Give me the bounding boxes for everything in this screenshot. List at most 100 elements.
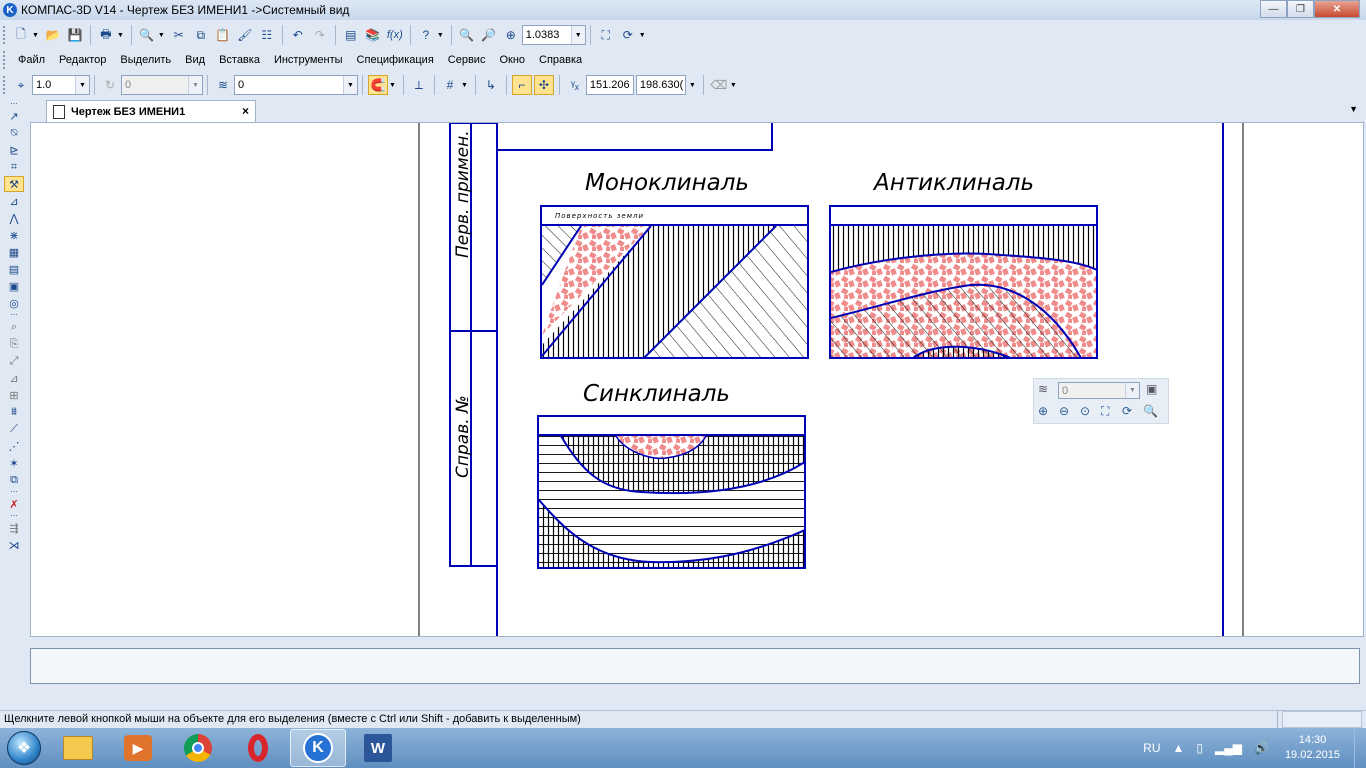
eraser-icon[interactable]: ⌫ — [709, 75, 729, 95]
kompas-app-icon[interactable]: K — [3, 3, 17, 17]
parametrization-icon[interactable]: ⚒ — [4, 176, 24, 192]
print-preview-icon[interactable]: 🔍 — [137, 25, 157, 45]
menu-specification[interactable]: Спецификация — [357, 54, 434, 66]
tool-h-icon[interactable]: ⋰ — [4, 438, 24, 454]
menu-select[interactable]: Выделить — [120, 54, 171, 66]
tool-f-icon[interactable]: ⩩ — [4, 404, 24, 420]
drawing-canvas[interactable]: Перв. примен. Справ. № Моноклиналь Антик… — [30, 122, 1364, 637]
signal-icon[interactable]: ▂▄▆ — [1215, 741, 1242, 755]
tray-expand-icon[interactable]: ▲ — [1173, 741, 1185, 755]
round-coords-icon[interactable]: ✣ — [533, 75, 554, 95]
tool-g-icon[interactable]: ⟋ — [4, 421, 24, 437]
chrome-taskbar-button[interactable] — [170, 729, 226, 767]
properties-panel[interactable] — [30, 648, 1360, 684]
menu-tools[interactable]: Инструменты — [274, 54, 343, 66]
clock[interactable]: 14:30 19.02.2015 — [1285, 733, 1340, 763]
tab-close-icon[interactable]: × — [242, 104, 249, 118]
copy-properties-icon[interactable]: 🖌 — [235, 25, 255, 45]
chevron-down-icon[interactable]: ▼ — [75, 76, 89, 94]
menu-grip[interactable] — [3, 51, 6, 69]
variables-icon[interactable]: f(x) — [385, 25, 405, 45]
toolbar-grip[interactable] — [3, 26, 6, 44]
mini-layer-combo[interactable]: 0 ▼ — [1058, 382, 1140, 399]
maximize-button[interactable]: ❐ — [1287, 0, 1314, 18]
refresh-dropdown-icon[interactable]: ▼ — [639, 32, 646, 39]
new-document-icon[interactable]: 🗋 — [11, 25, 31, 45]
show-all-icon[interactable]: ⛶ — [596, 25, 616, 45]
menu-insert[interactable]: Вставка — [219, 54, 260, 66]
grip-icon-4[interactable]: ⋯ — [4, 513, 24, 520]
coord-y-field[interactable]: 198.630( — [635, 75, 686, 95]
spec-icon[interactable]: ▦ — [4, 244, 24, 260]
cursor-step-icon[interactable]: ⌖ — [11, 75, 31, 95]
edit-icon[interactable]: ⌗ — [4, 159, 24, 175]
coord-x-field[interactable]: 151.206 — [585, 75, 634, 95]
help-pointer-icon[interactable]: ? — [416, 25, 436, 45]
tool-e-icon[interactable]: ⊞ — [4, 387, 24, 403]
step-combo[interactable]: 1.0 ▼ — [32, 75, 90, 95]
zoom-combo[interactable]: 1.0383 ▼ — [521, 25, 586, 45]
layer-combo[interactable]: 0 ▼ — [234, 75, 358, 95]
explorer-taskbar-button[interactable] — [50, 729, 106, 767]
tool-a-icon[interactable]: ⌕ — [4, 319, 24, 335]
save-icon[interactable]: ▣ — [1146, 382, 1162, 398]
copy-icon[interactable]: ⧉ — [191, 25, 211, 45]
zoom-scale-icon[interactable]: ⊙ — [1080, 404, 1101, 419]
show-all-icon[interactable]: ⛶ — [1101, 404, 1122, 419]
zoom-in-icon[interactable]: ⊕ — [1038, 404, 1059, 419]
menu-edit[interactable]: Редактор — [59, 54, 106, 66]
kompas-taskbar-button[interactable]: K — [290, 729, 346, 767]
layer-icon[interactable]: ≋ — [1038, 382, 1056, 398]
coords-dropdown-icon[interactable]: ▼ — [689, 82, 696, 89]
open-folder-icon[interactable]: 📂 — [43, 25, 63, 45]
paste-icon[interactable]: 📋 — [213, 25, 233, 45]
delete-tool-icon[interactable]: ✗ — [4, 496, 24, 512]
start-button[interactable]: ❖ — [0, 728, 48, 768]
eraser-dropdown-icon[interactable]: ▼ — [730, 82, 737, 89]
menu-file[interactable]: Файл — [18, 54, 45, 66]
undo-icon[interactable]: ↶ — [288, 25, 308, 45]
modelling-icon[interactable]: ◎ — [4, 295, 24, 311]
local-snap-icon[interactable]: ⟂ — [409, 75, 429, 95]
preview-icon[interactable]: 🔍 — [1143, 404, 1164, 419]
close-button[interactable]: ✕ — [1314, 0, 1360, 18]
tool-i-icon[interactable]: ✶ — [4, 455, 24, 471]
minimize-button[interactable]: — — [1260, 0, 1287, 18]
designation-icon[interactable]: ⊵ — [4, 142, 24, 158]
grid-icon[interactable]: # — [440, 75, 460, 95]
grip-icon-2[interactable]: ⋯ — [4, 312, 24, 319]
zoom-out-icon[interactable]: ⊖ — [1059, 404, 1080, 419]
opera-taskbar-button[interactable] — [230, 729, 286, 767]
menu-help[interactable]: Справка — [539, 54, 582, 66]
geometry-icon[interactable]: ↗ — [4, 108, 24, 124]
selection-icon[interactable]: ⋀ — [4, 210, 24, 226]
preview-dropdown-icon[interactable]: ▼ — [158, 32, 165, 39]
associative-views-icon[interactable]: ⋇ — [4, 227, 24, 243]
print-icon[interactable]: 🖶 — [96, 25, 116, 45]
chevron-down-icon[interactable]: ▼ — [1125, 383, 1139, 398]
measurements-icon[interactable]: ⊿ — [4, 193, 24, 209]
tool-b-icon[interactable]: ⎘ — [4, 336, 24, 352]
new-dropdown-icon[interactable]: ▼ — [32, 32, 39, 39]
snap-dropdown-icon[interactable]: ▼ — [389, 82, 396, 89]
zoom-in-icon[interactable]: ⊕ — [501, 25, 521, 45]
help-dropdown-icon[interactable]: ▼ — [437, 32, 444, 39]
tab-drawing[interactable]: Чертеж БЕЗ ИМЕНИ1 × — [46, 100, 256, 122]
tool-l-icon[interactable]: ⋊ — [4, 537, 24, 553]
print-dropdown-icon[interactable]: ▼ — [117, 32, 124, 39]
menu-window[interactable]: Окно — [499, 54, 525, 66]
language-indicator[interactable]: RU — [1143, 741, 1160, 755]
save-icon[interactable]: 💾 — [65, 25, 85, 45]
show-desktop-button[interactable] — [1354, 728, 1366, 768]
chevron-down-icon[interactable]: ▼ — [570, 26, 585, 44]
media-player-taskbar-button[interactable]: ▶ — [110, 729, 166, 767]
snap-magnet-icon[interactable]: 🧲 — [368, 75, 388, 95]
menu-view[interactable]: Вид — [185, 54, 205, 66]
properties-icon[interactable]: ☷ — [257, 25, 277, 45]
toolbar-grip[interactable] — [3, 76, 6, 94]
grip-icon[interactable]: ⋯ — [4, 101, 24, 108]
chevron-down-icon[interactable]: ▼ — [343, 76, 357, 94]
battery-icon[interactable]: ▯ — [1196, 741, 1203, 755]
dimensions-icon[interactable]: ⍉ — [4, 125, 24, 141]
tool-c-icon[interactable]: ⤢ — [4, 353, 24, 369]
